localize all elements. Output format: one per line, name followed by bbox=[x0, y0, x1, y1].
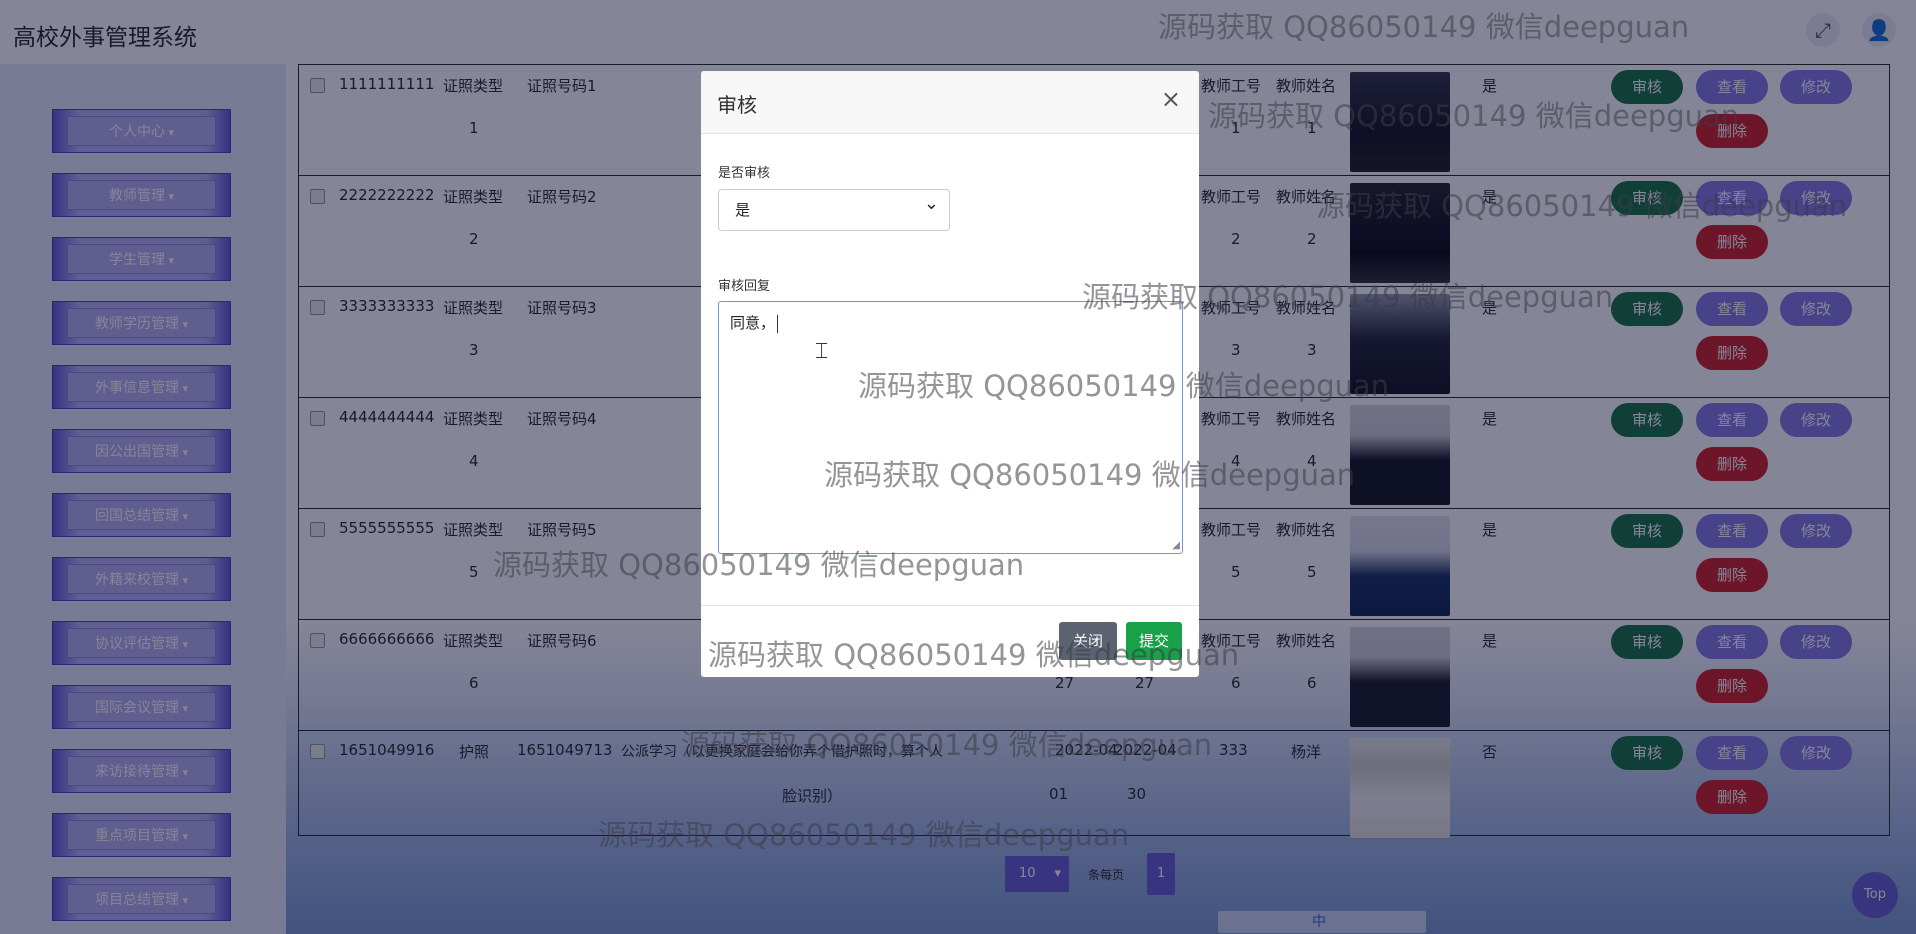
close-button[interactable]: 关闭 bbox=[1059, 622, 1117, 660]
ibeam-cursor-icon: ⌶ bbox=[815, 339, 829, 364]
text-caret bbox=[777, 314, 779, 333]
reply-text: 同意， bbox=[730, 314, 776, 332]
close-icon[interactable]: × bbox=[1161, 85, 1181, 113]
submit-button[interactable]: 提交 bbox=[1126, 622, 1182, 660]
reply-textarea[interactable]: 同意， ◢ bbox=[718, 301, 1183, 554]
resize-handle-icon[interactable]: ◢ bbox=[1172, 541, 1180, 551]
review-modal: 审核 × 是否审核 是 审核回复 同意， ◢ 关闭 提交 bbox=[701, 71, 1199, 677]
review-select[interactable]: 是 bbox=[718, 184, 950, 231]
modal-title: 审核 bbox=[717, 93, 757, 117]
modal-header: 审核 × bbox=[701, 71, 1199, 134]
modal-footer-divider bbox=[701, 605, 1199, 606]
reply-label: 审核回复 bbox=[718, 279, 771, 294]
review-label: 是否审核 bbox=[718, 166, 771, 181]
